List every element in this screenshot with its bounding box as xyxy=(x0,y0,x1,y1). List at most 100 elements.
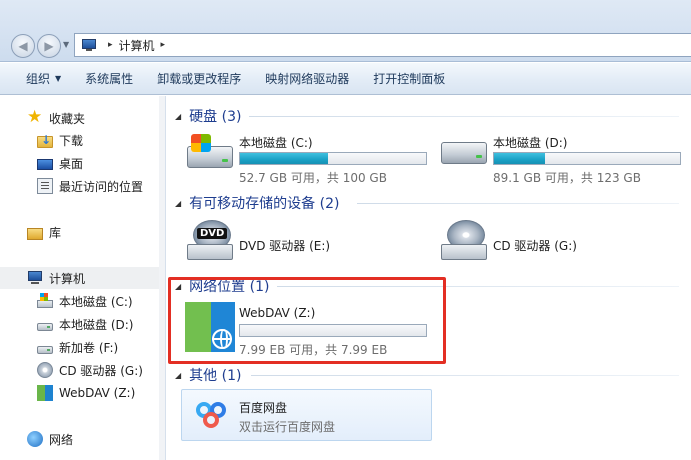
sidebar-item-desktop[interactable]: 桌面 xyxy=(37,152,83,174)
group-header-removable[interactable]: ◢ 有可移动存储的设备 (2) xyxy=(175,192,339,214)
dvd-logo: DVD xyxy=(197,228,228,239)
hard-drive-icon xyxy=(439,132,487,180)
system-drive-icon xyxy=(37,293,53,308)
group-divider xyxy=(277,286,679,287)
system-drive-icon xyxy=(185,132,233,180)
title-bar: ◀ ▶ ▼ ▸ 计算机 ▸ xyxy=(0,0,691,62)
sidebar-item-drive-c[interactable]: 本地磁盘 (C:) xyxy=(37,290,133,312)
chevron-down-icon: ▼ xyxy=(55,74,62,83)
group-title: 有可移动存储的设备 (2) xyxy=(189,196,340,212)
drive-tile-z[interactable]: WebDAV (Z:) 7.99 EB 可用，共 7.99 EB xyxy=(185,302,435,360)
computer-icon xyxy=(81,39,97,51)
drive-name: CD 驱动器 (G:) xyxy=(493,239,577,253)
breadcrumb-separator[interactable]: ▸ xyxy=(161,40,166,50)
sidebar-item-label: 桌面 xyxy=(59,156,84,171)
downloads-folder-icon xyxy=(37,133,53,148)
map-network-drive-button[interactable]: 映射网络驱动器 xyxy=(253,63,361,94)
baidu-netdisk-icon xyxy=(192,396,232,436)
webdav-drive-icon xyxy=(37,385,53,401)
drive-usage-bar xyxy=(493,152,681,165)
back-arrow-icon: ◀ xyxy=(18,39,28,53)
drive-space-info: 7.99 EB 可用，共 7.99 EB xyxy=(239,343,388,357)
drive-usage-fill xyxy=(240,153,328,164)
sidebar-item-label: WebDAV (Z:) xyxy=(59,386,136,400)
drive-usage-bar xyxy=(239,324,427,337)
breadcrumb-computer[interactable]: 计算机 xyxy=(119,37,155,54)
sidebar-item-network[interactable]: 网络 xyxy=(27,428,73,450)
chevron-down-icon: ▼ xyxy=(63,40,70,49)
sidebar-item-libraries[interactable]: 库 xyxy=(27,221,61,243)
sidebar-item-label: 新加卷 (F:) xyxy=(59,340,119,355)
system-properties-button[interactable]: 系统属性 xyxy=(73,63,145,94)
group-header-other[interactable]: ◢ 其他 (1) xyxy=(175,364,241,386)
sidebar-item-label: 本地磁盘 (C:) xyxy=(59,294,133,309)
sidebar-item-label: 最近访问的位置 xyxy=(59,179,144,194)
drive-space-info: 89.1 GB 可用，共 123 GB xyxy=(493,171,641,185)
group-header-network-locations[interactable]: ◢ 网络位置 (1) xyxy=(175,275,269,297)
star-icon xyxy=(27,107,43,127)
sidebar-item-label: CD 驱动器 (G:) xyxy=(59,363,143,378)
drive-tile-e[interactable]: DVD DVD 驱动器 (E:) xyxy=(185,220,435,276)
collapse-triangle-icon: ◢ xyxy=(175,111,182,121)
dvd-drive-icon: DVD xyxy=(185,220,233,268)
sidebar-item-drive-g[interactable]: CD 驱动器 (G:) xyxy=(37,359,143,381)
sidebar-item-label: 计算机 xyxy=(49,271,86,286)
drive-name: 本地磁盘 (D:) xyxy=(493,136,568,150)
cd-drive-icon xyxy=(37,362,53,378)
app-tile-baidu-netdisk[interactable]: 百度网盘 双击运行百度网盘 xyxy=(181,389,432,441)
sidebar-item-label: 本地磁盘 (D:) xyxy=(59,317,134,332)
hard-drive-icon xyxy=(37,345,53,354)
group-divider xyxy=(249,116,679,117)
sidebar-item-label: 库 xyxy=(49,225,62,240)
command-bar: 组织 ▼ 系统属性 卸载或更改程序 映射网络驱动器 打开控制面板 xyxy=(0,63,691,95)
sidebar-item-drive-d[interactable]: 本地磁盘 (D:) xyxy=(37,313,133,335)
collapse-triangle-icon: ◢ xyxy=(175,281,182,291)
globe-icon xyxy=(212,329,232,349)
library-icon xyxy=(27,227,43,240)
sidebar-scrollbar[interactable] xyxy=(159,96,165,460)
sidebar-item-computer[interactable]: 计算机 xyxy=(0,267,164,289)
sidebar-item-recent[interactable]: 最近访问的位置 xyxy=(37,175,143,197)
cd-drive-icon xyxy=(439,220,487,268)
sidebar-item-drive-f[interactable]: 新加卷 (F:) xyxy=(37,336,118,358)
collapse-triangle-icon: ◢ xyxy=(175,198,182,208)
sidebar-item-label: 网络 xyxy=(49,432,74,447)
drive-tile-d[interactable]: 本地磁盘 (D:) 89.1 GB 可用，共 123 GB xyxy=(439,132,689,188)
sidebar-item-label: 收藏夹 xyxy=(49,111,86,126)
collapse-triangle-icon: ◢ xyxy=(175,370,182,380)
drive-tile-c[interactable]: 本地磁盘 (C:) 52.7 GB 可用，共 100 GB xyxy=(185,132,435,188)
sidebar-item-favorites[interactable]: 收藏夹 xyxy=(27,107,85,129)
drive-usage-bar xyxy=(239,152,427,165)
group-title: 其他 (1) xyxy=(189,368,242,384)
open-control-panel-button[interactable]: 打开控制面板 xyxy=(361,63,457,94)
address-bar[interactable]: ▸ 计算机 ▸ xyxy=(74,33,691,57)
forward-button[interactable]: ▶ xyxy=(37,34,61,58)
drive-tile-g[interactable]: CD 驱动器 (G:) xyxy=(439,220,689,276)
recent-places-icon xyxy=(37,178,53,194)
network-icon xyxy=(27,431,43,447)
breadcrumb-separator[interactable]: ▸ xyxy=(108,40,113,50)
computer-icon xyxy=(27,270,43,286)
organize-label: 组织 xyxy=(26,72,51,86)
organize-menu[interactable]: 组织 ▼ xyxy=(0,63,73,94)
group-title: 硬盘 (3) xyxy=(189,109,242,125)
group-title: 网络位置 (1) xyxy=(189,279,270,295)
sidebar-item-label: 下载 xyxy=(59,133,84,148)
drive-name: 本地磁盘 (C:) xyxy=(239,136,313,150)
app-description: 双击运行百度网盘 xyxy=(239,420,336,434)
sidebar-item-downloads[interactable]: 下载 xyxy=(37,129,83,151)
group-divider xyxy=(251,375,679,376)
recent-pages-dropdown[interactable]: ▼ xyxy=(63,40,69,49)
drive-usage-fill xyxy=(494,153,546,164)
desktop-icon xyxy=(37,158,53,170)
back-button[interactable]: ◀ xyxy=(11,34,35,58)
sidebar-item-drive-z[interactable]: WebDAV (Z:) xyxy=(37,382,135,404)
forward-arrow-icon: ▶ xyxy=(44,39,54,53)
webdav-drive-icon xyxy=(185,302,235,352)
drive-name: DVD 驱动器 (E:) xyxy=(239,239,331,253)
drive-name: WebDAV (Z:) xyxy=(239,306,316,320)
uninstall-program-button[interactable]: 卸载或更改程序 xyxy=(145,63,253,94)
drive-space-info: 52.7 GB 可用，共 100 GB xyxy=(239,171,387,185)
navigation-pane: 收藏夹 下载 桌面 最近访问的位置 库 计算机 本地磁盘 (C:) 本地磁盘 (… xyxy=(0,96,166,460)
group-header-hard-disks[interactable]: ◢ 硬盘 (3) xyxy=(175,105,241,127)
